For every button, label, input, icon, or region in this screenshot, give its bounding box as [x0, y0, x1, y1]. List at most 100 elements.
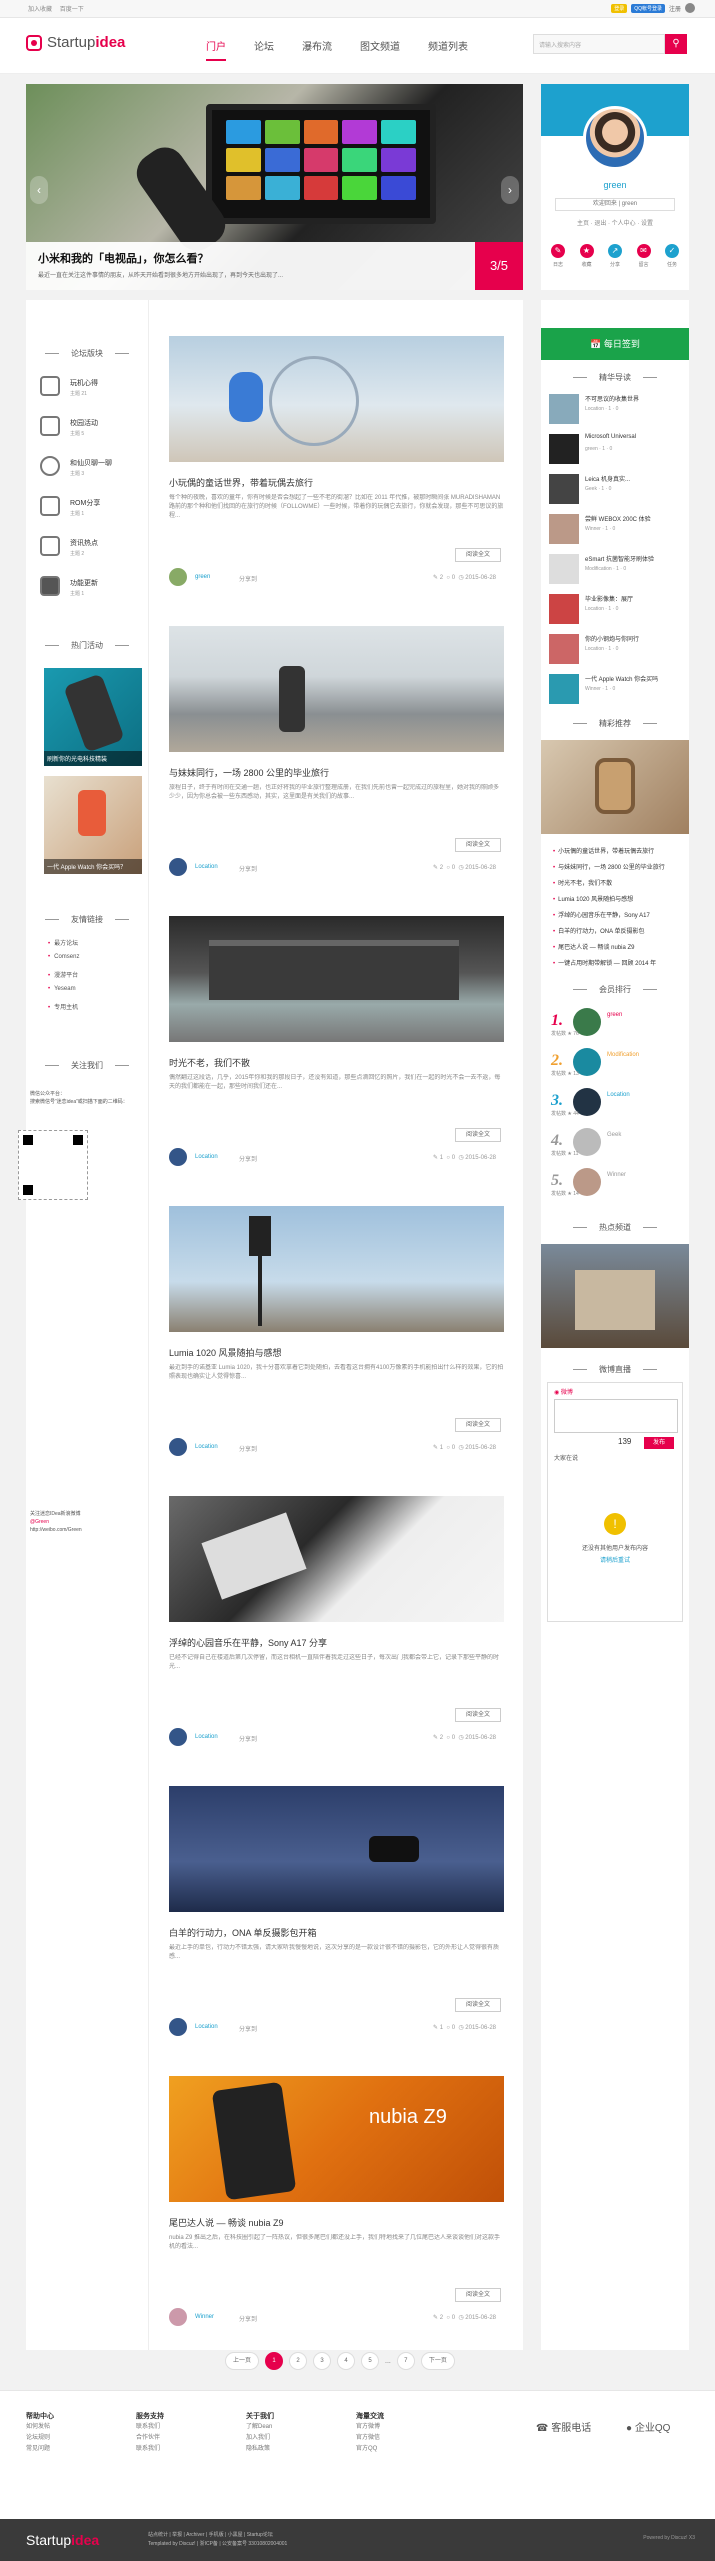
article-image[interactable]: [169, 336, 504, 462]
topic-image[interactable]: [541, 1244, 689, 1348]
page-button[interactable]: 7: [396, 2352, 415, 2370]
recommend-link[interactable]: 浮绰的心园音乐在平静，Sony A17: [553, 910, 683, 919]
weibo-url[interactable]: http://weibo.com/Green: [30, 1527, 82, 1533]
hero-slider[interactable]: ‹ › 小米和我的「电视品」，你怎么看？ 最近一直在关注这件事情的朋友，从昨天开…: [26, 84, 523, 290]
footer-link[interactable]: 常见问题: [26, 2444, 54, 2455]
nav-photo[interactable]: 图文频道: [360, 38, 400, 61]
rank-item[interactable]: 4. Geek 发帖数 ★ 11: [551, 1128, 681, 1162]
hot-item[interactable]: 毕业影像集：展厅 Location · 1 · 0: [549, 592, 683, 628]
footer-link[interactable]: 了解Dean: [246, 2422, 274, 2433]
phone-contact[interactable]: ☎ 客服电话: [536, 2419, 591, 2434]
article-image[interactable]: [169, 1786, 504, 1912]
read-more-button[interactable]: 阅读全文: [455, 1418, 501, 1432]
rank-item[interactable]: 3. Location 发帖数 ★ 44: [551, 1088, 681, 1122]
share-link[interactable]: 分享到: [239, 1154, 257, 1163]
search-icon[interactable]: ⚲: [665, 34, 687, 54]
rank-item[interactable]: 5. Winner 发帖数 ★ 14: [551, 1168, 681, 1202]
rank-item[interactable]: 1. green 发帖数 ★ 76: [551, 1008, 681, 1042]
page-button[interactable]: 2: [289, 2352, 307, 2370]
forum-item[interactable]: 和仙贝聊一聊 主题 3: [40, 456, 140, 486]
baidu-link[interactable]: 百度一下: [60, 7, 84, 13]
qq-contact[interactable]: ● 企业QQ: [626, 2419, 670, 2434]
page-button[interactable]: 1: [265, 2352, 283, 2370]
recommend-link[interactable]: 一键占用时期带解锁 — 回顾 2014 年: [553, 958, 683, 967]
weibo-tab[interactable]: 大家在说: [554, 1453, 578, 1462]
search-input[interactable]: 请输入搜索内容: [533, 34, 665, 54]
recommend-link[interactable]: 白羊的行动力，ONA 单反摄影包: [553, 926, 683, 935]
slider-prev-icon[interactable]: ‹: [30, 176, 48, 204]
author-name[interactable]: Location: [195, 1444, 218, 1450]
nav-portal[interactable]: 门户: [206, 38, 226, 61]
hot-item[interactable]: 你的小钢炮与你同行 Location · 1 · 0: [549, 632, 683, 668]
hot-item[interactable]: 尝鲜 WEBOX 200C 体验 Winner · 1 · 0: [549, 512, 683, 548]
bookmark-link[interactable]: 加入收藏: [28, 7, 52, 13]
author-name[interactable]: Location: [195, 2024, 218, 2030]
forum-item[interactable]: ROM分享 主题 1: [40, 496, 140, 526]
rank-item[interactable]: 2. Modification 发帖数 ★ 13: [551, 1048, 681, 1082]
footer-link[interactable]: 加入我们: [246, 2433, 274, 2444]
footer-link[interactable]: 合作伙伴: [136, 2433, 164, 2444]
page-button[interactable]: 5: [361, 2352, 379, 2370]
author-avatar[interactable]: [169, 2308, 187, 2326]
author-name[interactable]: Location: [195, 1734, 218, 1740]
recommend-link[interactable]: 尾巴达人说 — 畅谈 nubia Z9: [553, 942, 683, 951]
article-title[interactable]: 浮绰的心园音乐在平静，Sony A17 分享: [169, 1636, 327, 1649]
forum-item[interactable]: 功能更新 主题 1: [40, 576, 140, 606]
share-link[interactable]: 分享到: [239, 864, 257, 873]
author-name[interactable]: green: [195, 574, 210, 580]
author-name[interactable]: Location: [195, 864, 218, 870]
favorite-button[interactable]: ★ 收藏: [578, 244, 596, 268]
recommend-image[interactable]: [541, 740, 689, 834]
task-button[interactable]: ✓ 任务: [663, 244, 681, 268]
hot-item[interactable]: 不可思议的收集世界 Location · 1 · 0: [549, 392, 683, 428]
footer-link[interactable]: 官方QQ: [356, 2444, 384, 2455]
article-title[interactable]: 与妹妹同行，一场 2800 公里的毕业旅行: [169, 766, 329, 779]
author-avatar[interactable]: [169, 858, 187, 876]
footer-link[interactable]: 官方微博: [356, 2422, 384, 2433]
avatar[interactable]: [685, 3, 695, 13]
article-image[interactable]: nubia Z9: [169, 2076, 504, 2202]
article-image[interactable]: [169, 626, 504, 752]
friend-link[interactable]: 最方论坛: [48, 938, 78, 947]
weibo-retry-link[interactable]: 请稍后重试: [548, 1555, 682, 1564]
recommend-link[interactable]: 小玩偶的童话世界，带着玩偶去旅行: [553, 846, 683, 855]
recommend-link[interactable]: 时光不老，我们不散: [553, 878, 683, 887]
footer-link[interactable]: 联系我们: [136, 2422, 164, 2433]
article-title[interactable]: 时光不老，我们不散: [169, 1056, 250, 1069]
page-button[interactable]: 4: [337, 2352, 355, 2370]
footer-link[interactable]: 论坛规则: [26, 2433, 54, 2444]
hot-item[interactable]: Microsoft Universal green · 1 · 0: [549, 432, 683, 468]
friend-link[interactable]: Comsenz: [48, 954, 79, 960]
author-avatar[interactable]: [169, 1438, 187, 1456]
friend-link[interactable]: Yeseam: [48, 986, 75, 992]
footer-logo[interactable]: Startupidea: [26, 2532, 99, 2548]
read-more-button[interactable]: 阅读全文: [455, 1708, 501, 1722]
next-page-button[interactable]: 下一页: [420, 2352, 455, 2370]
article-image[interactable]: [169, 916, 504, 1042]
nav-channel-list[interactable]: 频道列表: [428, 38, 468, 61]
weibo-post-button[interactable]: 发布: [644, 1437, 674, 1449]
author-name[interactable]: Location: [195, 1154, 218, 1160]
read-more-button[interactable]: 阅读全文: [455, 2288, 501, 2302]
forum-item[interactable]: 玩机心得 主题 21: [40, 376, 140, 406]
forum-item[interactable]: 校园活动 主题 5: [40, 416, 140, 446]
profile-name[interactable]: green: [541, 180, 689, 190]
weibo-handle[interactable]: @Green: [30, 1519, 49, 1525]
slider-title[interactable]: 小米和我的「电视品」，你怎么看？: [38, 250, 209, 266]
site-logo[interactable]: Startupidea: [26, 34, 125, 51]
prev-page-button[interactable]: 上一页: [225, 2352, 259, 2370]
recommend-link[interactable]: 与妹妹同行，一场 2800 公里的毕业旅行: [553, 862, 683, 871]
profile-links[interactable]: 主页 · 退出 · 个人中心 · 设置: [541, 218, 689, 227]
share-link[interactable]: 分享到: [239, 1734, 257, 1743]
author-name[interactable]: Winner: [195, 2314, 214, 2320]
author-avatar[interactable]: [169, 1148, 187, 1166]
recommend-link[interactable]: Lumia 1020 风景随拍与感想: [553, 894, 683, 903]
register-link[interactable]: 注册: [669, 4, 681, 13]
page-button[interactable]: 3: [313, 2352, 331, 2370]
weibo-compose-input[interactable]: [554, 1399, 678, 1433]
forum-item[interactable]: 资讯热点 主题 2: [40, 536, 140, 566]
hot-item[interactable]: 一代 Apple Watch 你会买吗 Winner · 1 · 0: [549, 672, 683, 708]
friend-link[interactable]: 漫游平台: [48, 970, 78, 979]
read-more-button[interactable]: 阅读全文: [455, 1998, 501, 2012]
read-more-button[interactable]: 阅读全文: [455, 838, 501, 852]
